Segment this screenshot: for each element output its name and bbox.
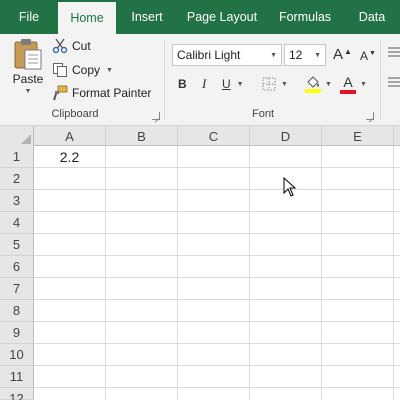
select-all-button[interactable]	[0, 126, 34, 146]
font-name-value: Calibri Light	[177, 48, 241, 62]
row-header[interactable]: 7	[0, 278, 34, 300]
bold-button[interactable]: B	[178, 74, 187, 94]
chevron-down-icon: ▼	[360, 80, 367, 88]
fill-color-button[interactable]: ▼	[305, 74, 332, 94]
font-size-value: 12	[289, 48, 303, 62]
font-name-select[interactable]: Calibri Light ▼	[172, 44, 282, 66]
table-row	[34, 322, 400, 344]
table-row	[34, 212, 400, 234]
column-header-b[interactable]: B	[106, 126, 178, 146]
row-header[interactable]: 5	[0, 234, 34, 256]
column-header-e[interactable]: E	[322, 126, 394, 146]
font-color-swatch-wrap: A	[340, 75, 356, 94]
table-row	[34, 190, 400, 212]
table-row	[34, 366, 400, 388]
row-header[interactable]: 8	[0, 300, 34, 322]
copy-label: Copy	[72, 63, 101, 77]
column-header-c[interactable]: C	[178, 126, 250, 146]
cut-button[interactable]: Cut	[52, 36, 91, 56]
grow-font-label: A	[333, 45, 344, 63]
paintbrush-icon	[53, 85, 68, 101]
font-color-bar	[340, 89, 356, 94]
tab-data[interactable]: Data	[344, 0, 400, 34]
row-header[interactable]: 3	[0, 190, 34, 212]
fill-color-bar	[305, 88, 321, 93]
tab-formulas[interactable]: Formulas	[266, 0, 344, 34]
ribbon-tab-bar: File Home Insert Page Layout Formulas Da…	[0, 0, 400, 34]
chevron-down-icon: ▼	[314, 51, 321, 59]
chevron-down-icon: ▼	[281, 80, 288, 88]
table-row	[34, 168, 400, 190]
format-painter-button[interactable]: Format Painter	[52, 83, 151, 103]
row-header[interactable]: 6	[0, 256, 34, 278]
font-color-label: A	[343, 73, 353, 90]
column-header-d[interactable]: D	[250, 126, 322, 146]
table-row	[34, 344, 400, 366]
table-row	[34, 234, 400, 256]
align-icon[interactable]	[388, 76, 400, 88]
column-header-bar: A B C D E	[0, 126, 400, 146]
cell-a1[interactable]: 2.2	[34, 146, 105, 168]
chevron-down-icon: ▼	[236, 80, 244, 88]
align-icon[interactable]	[388, 46, 400, 58]
column-header-a[interactable]: A	[34, 126, 106, 146]
underline-label: U	[222, 77, 231, 91]
row-header[interactable]: 1	[0, 146, 34, 168]
row-header[interactable]: 2	[0, 168, 34, 190]
copy-icon	[53, 63, 67, 77]
ribbon-home: Paste ▼ Cut Copy ▼ Format Painter Clipbo…	[0, 34, 400, 126]
paste-label: Paste	[12, 72, 44, 86]
row-header[interactable]: 12	[0, 388, 34, 400]
chevron-down-icon: ▼	[325, 80, 332, 88]
clipboard-icon	[14, 39, 42, 70]
tab-page-layout[interactable]: Page Layout	[178, 0, 266, 34]
caret-down-icon: ▼	[369, 49, 376, 57]
row-header[interactable]: 10	[0, 344, 34, 366]
table-row	[34, 278, 400, 300]
paste-button[interactable]: Paste ▼	[8, 38, 48, 104]
paint-bucket-icon	[307, 75, 319, 88]
worksheet-grid[interactable]: A B C D E 1 2 3 4 5 6 7 8 9 10 11 12 2.2	[0, 126, 400, 400]
font-size-select[interactable]: 12 ▼	[284, 44, 326, 66]
font-color-button[interactable]: A ▼	[340, 74, 367, 94]
borders-button[interactable]: ▼	[262, 74, 288, 94]
borders-icon	[262, 77, 276, 91]
shrink-font-label: A	[360, 49, 369, 63]
row-header[interactable]: 9	[0, 322, 34, 344]
scissors-icon	[52, 38, 68, 54]
font-dialog-launcher-icon[interactable]	[366, 112, 374, 120]
tab-home[interactable]: Home	[58, 2, 116, 34]
mouse-pointer-icon	[283, 177, 297, 197]
chevron-down-icon[interactable]: ▼	[25, 88, 32, 95]
table-row	[34, 300, 400, 322]
row-header[interactable]: 11	[0, 366, 34, 388]
cut-label: Cut	[72, 39, 91, 53]
tab-file[interactable]: File	[0, 0, 58, 34]
row-header[interactable]: 4	[0, 212, 34, 234]
group-divider	[380, 40, 381, 120]
table-row	[34, 256, 400, 278]
clipboard-dialog-launcher-icon[interactable]	[152, 112, 160, 120]
format-painter-label: Format Painter	[72, 86, 152, 100]
fill-color-swatch-wrap	[305, 75, 321, 93]
font-group-label: Font	[251, 108, 274, 120]
underline-button[interactable]: U ▼	[222, 74, 244, 94]
caret-up-icon: ▲	[344, 46, 352, 56]
chevron-down-icon[interactable]: ▼	[106, 67, 113, 74]
tab-insert[interactable]: Insert	[116, 0, 178, 34]
grow-font-button[interactable]: A ▲	[333, 44, 352, 64]
copy-button[interactable]: Copy ▼	[52, 60, 113, 80]
chevron-down-icon: ▼	[270, 51, 277, 59]
shrink-font-button[interactable]: A ▼	[360, 46, 376, 66]
clipboard-group-label: Clipboard	[51, 108, 99, 120]
italic-button[interactable]: I	[202, 74, 206, 94]
